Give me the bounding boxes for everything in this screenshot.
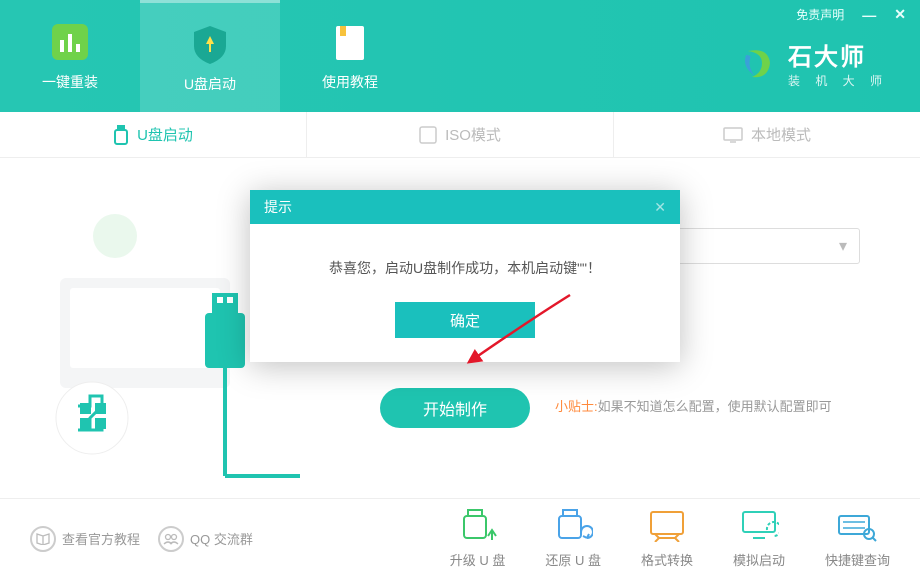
- nav-reinstall[interactable]: 一键重装: [0, 0, 140, 112]
- brand-logo-icon: [738, 43, 778, 83]
- tab-label: ISO模式: [445, 124, 501, 145]
- modal-ok-button[interactable]: 确定: [395, 302, 535, 338]
- action-restore-usb[interactable]: 还原 U 盘: [545, 508, 601, 569]
- usb-refresh-icon: [553, 508, 593, 542]
- usb-up-icon: [458, 508, 498, 542]
- brand-text: 石大师 装 机 大 师: [788, 37, 888, 89]
- disclaimer-link[interactable]: 免责声明: [796, 6, 844, 23]
- tip-text: 小贴士:如果不知道怎么配置，使用默认配置即可: [555, 396, 832, 415]
- tab-usb-boot[interactable]: U盘启动: [0, 112, 307, 157]
- book-icon: [328, 20, 372, 64]
- convert-icon: [647, 508, 687, 542]
- brand-title: 石大师: [788, 37, 888, 72]
- link-label: 查看官方教程: [62, 529, 140, 548]
- action-simulate-boot[interactable]: 模拟启动: [733, 508, 785, 569]
- tutorial-link[interactable]: 查看官方教程: [30, 526, 140, 552]
- brand-subtitle: 装 机 大 师: [788, 72, 888, 89]
- link-label: QQ 交流群: [190, 529, 253, 548]
- usb-icon: [113, 125, 129, 145]
- modal-close-button[interactable]: ✕: [654, 199, 666, 216]
- start-button[interactable]: 开始制作: [380, 388, 530, 428]
- close-button[interactable]: ✕: [894, 6, 906, 23]
- users-icon: [158, 526, 184, 552]
- action-label: 快捷键查询: [825, 550, 890, 569]
- tip-body: 如果不知道怎么配置，使用默认配置即可: [598, 399, 832, 414]
- nav-label: 使用教程: [322, 72, 378, 92]
- action-format-convert[interactable]: 格式转换: [641, 508, 693, 569]
- modal-header: 提示 ✕: [250, 190, 680, 224]
- bar-chart-icon: [48, 20, 92, 64]
- action-label: 模拟启动: [733, 550, 785, 569]
- monitor-refresh-icon: [739, 508, 779, 542]
- iso-icon: [419, 126, 437, 144]
- book-open-icon: [30, 526, 56, 552]
- brand: 石大师 装 机 大 师: [738, 37, 888, 89]
- minimize-button[interactable]: —: [862, 7, 876, 23]
- action-hotkey-lookup[interactable]: 快捷键查询: [825, 508, 890, 569]
- nav-label: U盘启动: [184, 74, 236, 94]
- modal-message: 恭喜您，启动U盘制作成功，本机启动键""！: [250, 224, 680, 302]
- shield-icon: [188, 22, 232, 66]
- footer-left: 查看官方教程 QQ 交流群: [30, 526, 253, 552]
- tip-label: 小贴士:: [555, 399, 598, 414]
- window-controls: 免责声明 — ✕: [796, 6, 906, 23]
- action-label: 还原 U 盘: [545, 550, 601, 569]
- start-label: 开始制作: [423, 396, 487, 420]
- footer: 查看官方教程 QQ 交流群 升级 U 盘 还原 U 盘 格式转换 模拟启动 快捷…: [0, 498, 920, 578]
- modal-title: 提示: [264, 197, 292, 217]
- header: 一键重装 U盘启动 使用教程 免责声明 — ✕ 石大师 装 机 大 师: [0, 0, 920, 112]
- monitor-icon: [723, 127, 743, 143]
- action-label: 升级 U 盘: [450, 550, 506, 569]
- nav-tutorial[interactable]: 使用教程: [280, 0, 420, 112]
- action-upgrade-usb[interactable]: 升级 U 盘: [450, 508, 506, 569]
- qq-group-link[interactable]: QQ 交流群: [158, 526, 253, 552]
- tab-label: 本地模式: [751, 124, 811, 145]
- modal-footer: 确定: [250, 302, 680, 362]
- nav-usb-boot[interactable]: U盘启动: [140, 0, 280, 112]
- tab-local[interactable]: 本地模式: [614, 112, 920, 157]
- chevron-down-icon: ▾: [839, 236, 847, 256]
- action-label: 格式转换: [641, 550, 693, 569]
- header-right: 免责声明 — ✕ 石大师 装 机 大 师: [738, 0, 920, 112]
- tab-label: U盘启动: [137, 124, 193, 145]
- mode-tabs: U盘启动 ISO模式 本地模式: [0, 112, 920, 158]
- tab-iso[interactable]: ISO模式: [307, 112, 614, 157]
- ok-label: 确定: [450, 310, 480, 331]
- footer-actions: 升级 U 盘 还原 U 盘 格式转换 模拟启动 快捷键查询: [450, 508, 890, 569]
- keyboard-search-icon: [837, 508, 877, 542]
- nav-label: 一键重装: [42, 72, 98, 92]
- success-modal: 提示 ✕ 恭喜您，启动U盘制作成功，本机启动键""！ 确定: [250, 190, 680, 362]
